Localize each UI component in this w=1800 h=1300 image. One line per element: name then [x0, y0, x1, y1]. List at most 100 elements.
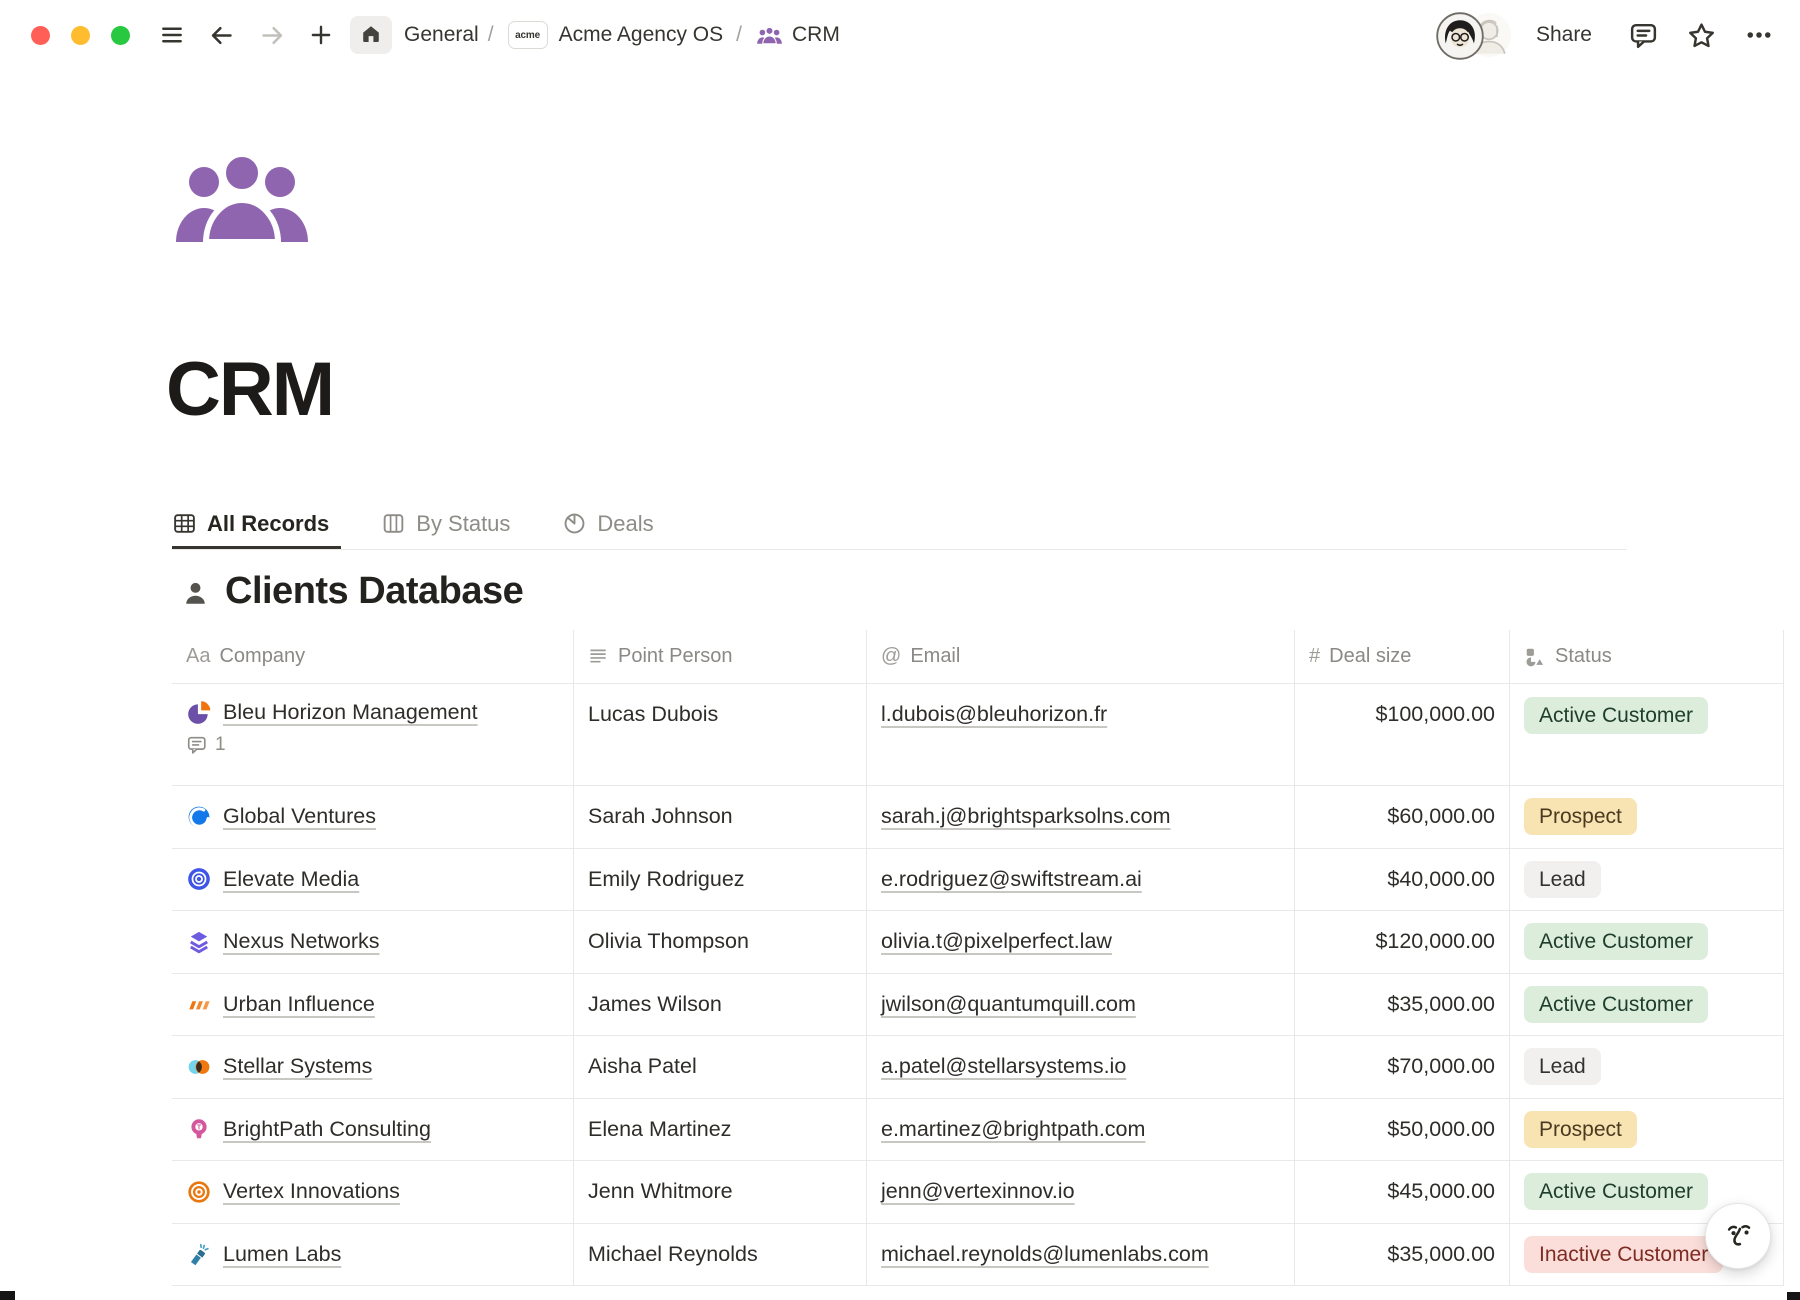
forward-arrow-icon[interactable]	[259, 22, 286, 49]
back-arrow-icon[interactable]	[208, 22, 235, 49]
column-header-email[interactable]: @Email	[867, 630, 1295, 683]
company-link[interactable]: Lumen Labs	[223, 1242, 341, 1267]
tab-by-status[interactable]: By Status	[381, 501, 522, 549]
cell-point-person[interactable]: Michael Reynolds	[574, 1224, 867, 1286]
cell-company[interactable]: Urban Influence	[172, 974, 574, 1036]
company-link[interactable]: Bleu Horizon Management	[223, 700, 478, 725]
cell-deal-size[interactable]: $50,000.00	[1295, 1099, 1510, 1161]
zoom-button[interactable]	[111, 26, 130, 45]
cell-point-person[interactable]: Emily Rodriguez	[574, 849, 867, 911]
cell-status[interactable]: Active Customer	[1510, 911, 1784, 973]
cell-deal-size[interactable]: $70,000.00	[1295, 1036, 1510, 1098]
cell-status[interactable]: Prospect	[1510, 1099, 1784, 1161]
email-link[interactable]: l.dubois@bleuhorizon.fr	[881, 702, 1107, 727]
status-badge[interactable]: Lead	[1524, 1048, 1601, 1085]
cell-status[interactable]: Lead	[1510, 1036, 1784, 1098]
collaborator-avatars[interactable]	[1436, 12, 1514, 58]
cell-company[interactable]: Global Ventures	[172, 786, 574, 848]
tab-deals[interactable]: Deals	[562, 501, 665, 549]
email-link[interactable]: e.martinez@brightpath.com	[881, 1117, 1145, 1142]
company-link[interactable]: BrightPath Consulting	[223, 1117, 431, 1142]
column-header-status[interactable]: Status	[1510, 630, 1784, 683]
cell-deal-size[interactable]: $45,000.00	[1295, 1161, 1510, 1223]
status-badge[interactable]: Active Customer	[1524, 986, 1708, 1023]
cell-point-person[interactable]: Sarah Johnson	[574, 786, 867, 848]
breadcrumb-root[interactable]: General	[404, 23, 479, 47]
cell-email[interactable]: olivia.t@pixelperfect.law	[867, 911, 1295, 973]
cell-company[interactable]: Stellar Systems	[172, 1036, 574, 1098]
cell-deal-size[interactable]: $35,000.00	[1295, 1224, 1510, 1286]
cell-deal-size[interactable]: $35,000.00	[1295, 974, 1510, 1036]
cell-status[interactable]: Prospect	[1510, 786, 1784, 848]
status-badge[interactable]: Active Customer	[1524, 1173, 1708, 1210]
cell-company[interactable]: Elevate Media	[172, 849, 574, 911]
company-link[interactable]: Global Ventures	[223, 804, 376, 829]
cell-email[interactable]: jenn@vertexinnov.io	[867, 1161, 1295, 1223]
cell-company[interactable]: Lumen Labs	[172, 1224, 574, 1286]
company-link[interactable]: Vertex Innovations	[223, 1179, 400, 1204]
notion-ai-button[interactable]	[1705, 1203, 1771, 1269]
status-badge[interactable]: Prospect	[1524, 798, 1637, 835]
email-link[interactable]: michael.reynolds@lumenlabs.com	[881, 1242, 1209, 1267]
cell-email[interactable]: sarah.j@brightsparksolns.com	[867, 786, 1295, 848]
cell-email[interactable]: l.dubois@bleuhorizon.fr	[867, 684, 1295, 785]
status-badge[interactable]: Active Customer	[1524, 923, 1708, 960]
more-options-icon[interactable]	[1744, 20, 1774, 50]
cell-point-person[interactable]: Lucas Dubois	[574, 684, 867, 785]
database-title[interactable]: Clients Database	[225, 570, 523, 613]
comments-icon[interactable]	[1628, 20, 1659, 51]
breadcrumb-workspace[interactable]: Acme Agency OS	[559, 23, 724, 47]
column-label: Email	[910, 645, 960, 668]
cell-point-person[interactable]: Aisha Patel	[574, 1036, 867, 1098]
sidebar-menu-icon[interactable]	[159, 22, 185, 48]
status-badge[interactable]: Prospect	[1524, 1111, 1637, 1148]
cell-deal-size[interactable]: $120,000.00	[1295, 911, 1510, 973]
page-icon-people[interactable]	[170, 146, 314, 255]
cell-deal-size[interactable]: $60,000.00	[1295, 786, 1510, 848]
email-link[interactable]: jenn@vertexinnov.io	[881, 1179, 1075, 1204]
cell-point-person[interactable]: Olivia Thompson	[574, 911, 867, 973]
breadcrumb-page[interactable]: CRM	[792, 23, 840, 47]
column-header-deal-size[interactable]: #Deal size	[1295, 630, 1510, 683]
minimize-button[interactable]	[71, 26, 90, 45]
column-header-company[interactable]: AaCompany	[172, 630, 574, 683]
cell-email[interactable]: jwilson@quantumquill.com	[867, 974, 1295, 1036]
tab-all-records[interactable]: All Records	[172, 501, 341, 549]
favorite-star-icon[interactable]	[1686, 20, 1717, 51]
cell-company[interactable]: Nexus Networks	[172, 911, 574, 973]
cell-status[interactable]: Active Customer	[1510, 974, 1784, 1036]
cell-company[interactable]: Vertex Innovations	[172, 1161, 574, 1223]
home-button[interactable]	[350, 16, 392, 54]
cell-point-person[interactable]: Elena Martinez	[574, 1099, 867, 1161]
comment-indicator[interactable]: 1	[186, 734, 226, 756]
status-badge[interactable]: Lead	[1524, 861, 1601, 898]
column-header-point-person[interactable]: Point Person	[574, 630, 867, 683]
cell-email[interactable]: a.patel@stellarsystems.io	[867, 1036, 1295, 1098]
cell-point-person[interactable]: James Wilson	[574, 974, 867, 1036]
share-button[interactable]: Share	[1528, 19, 1600, 51]
cell-email[interactable]: e.rodriguez@swiftstream.ai	[867, 849, 1295, 911]
cell-deal-size[interactable]: $100,000.00	[1295, 684, 1510, 785]
status-badge[interactable]: Active Customer	[1524, 697, 1708, 734]
email-link[interactable]: jwilson@quantumquill.com	[881, 992, 1136, 1017]
company-link[interactable]: Urban Influence	[223, 992, 375, 1017]
cell-email[interactable]: e.martinez@brightpath.com	[867, 1099, 1295, 1161]
cell-company[interactable]: Bleu Horizon Management 1	[172, 684, 574, 785]
cell-status[interactable]: Active Customer	[1510, 684, 1784, 785]
close-button[interactable]	[31, 26, 50, 45]
email-link[interactable]: sarah.j@brightsparksolns.com	[881, 804, 1171, 829]
email-link[interactable]: a.patel@stellarsystems.io	[881, 1054, 1126, 1079]
cell-deal-size[interactable]: $40,000.00	[1295, 849, 1510, 911]
page-title[interactable]: CRM	[166, 352, 333, 428]
new-page-plus-icon[interactable]	[308, 22, 334, 48]
email-link[interactable]: e.rodriguez@swiftstream.ai	[881, 867, 1142, 892]
company-link[interactable]: Elevate Media	[223, 867, 359, 892]
status-badge[interactable]: Inactive Customer	[1524, 1236, 1723, 1273]
company-link[interactable]: Stellar Systems	[223, 1054, 372, 1079]
cell-email[interactable]: michael.reynolds@lumenlabs.com	[867, 1224, 1295, 1286]
cell-status[interactable]: Lead	[1510, 849, 1784, 911]
company-link[interactable]: Nexus Networks	[223, 929, 380, 954]
email-link[interactable]: olivia.t@pixelperfect.law	[881, 929, 1112, 954]
cell-company[interactable]: TBrightPath Consulting	[172, 1099, 574, 1161]
cell-point-person[interactable]: Jenn Whitmore	[574, 1161, 867, 1223]
